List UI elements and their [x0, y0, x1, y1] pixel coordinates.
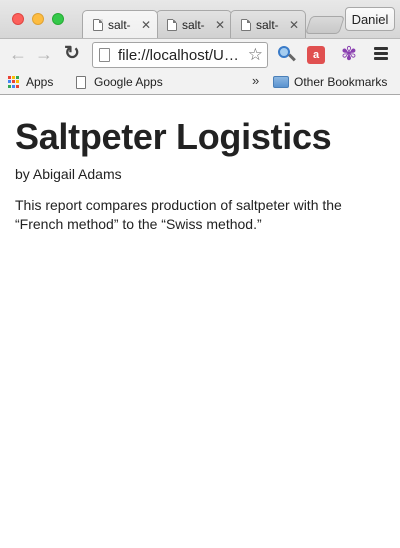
apps-grid-dot [12, 80, 15, 84]
bookmark-google-apps[interactable]: Google Apps [76, 73, 163, 91]
byline: by Abigail Adams [15, 166, 122, 182]
page-content: Saltpeter Logistics by Abigail Adams Thi… [0, 96, 400, 548]
tab-2[interactable]: salt- ✕ [156, 10, 232, 38]
apps-grid-dot [16, 76, 19, 79]
profile-button[interactable]: Daniel [345, 7, 395, 31]
address-bar[interactable]: file://localhost/U… ☆ [92, 42, 268, 68]
page-icon [99, 48, 110, 62]
tab-title: salt- [108, 17, 131, 32]
window-minimize-button[interactable] [32, 13, 44, 25]
document-icon [76, 75, 86, 89]
apps-grid-dot [8, 84, 11, 88]
apps-grid-dot [12, 84, 15, 88]
chat-extension-icon[interactable]: a [307, 46, 325, 64]
reload-icon[interactable]: ↻ [62, 44, 82, 64]
tab-close-icon[interactable]: ✕ [141, 18, 151, 32]
url-text[interactable]: file://localhost/U… [118, 47, 248, 64]
document-icon [167, 18, 177, 31]
bookmark-apps[interactable]: Apps [8, 73, 53, 91]
body-paragraph: This report compares production of saltp… [15, 197, 342, 232]
tab-title: salt- [182, 17, 205, 32]
document-icon [93, 18, 103, 31]
folder-icon [273, 76, 289, 88]
document-icon [241, 18, 251, 31]
apps-grid-dot [8, 76, 11, 79]
apps-grid-icon [8, 76, 20, 88]
tab-close-icon[interactable]: ✕ [289, 18, 299, 32]
apps-grid-dot [8, 80, 11, 84]
page-title: Saltpeter Logistics [15, 116, 332, 157]
apps-grid-dot [12, 76, 15, 79]
bookmark-google-apps-label: Google Apps [94, 75, 163, 89]
window-close-button[interactable] [12, 13, 24, 25]
tab-3[interactable]: salt- ✕ [230, 10, 306, 38]
apps-grid-dot [16, 80, 19, 84]
tab-close-icon[interactable]: ✕ [215, 18, 225, 32]
magnifier-extension-icon[interactable] [278, 46, 296, 64]
bookmark-star-icon[interactable]: ☆ [248, 45, 263, 65]
tab-1[interactable]: salt- ✕ [82, 10, 158, 38]
bookmark-apps-label: Apps [26, 75, 54, 89]
bookmark-other-label: Other Bookmarks [294, 75, 388, 89]
new-tab-button[interactable] [305, 16, 345, 34]
bookmarks-bar: Apps Google Apps » Other Bookmarks [0, 70, 400, 94]
window-maximize-button[interactable] [52, 13, 64, 25]
back-arrow-icon[interactable]: ← [8, 44, 28, 64]
apps-grid-dot [16, 84, 19, 88]
browser-chrome: salt- ✕ salt- ✕ salt- ✕ Daniel ← → ↻ fil… [0, 0, 400, 95]
bookmark-other[interactable]: Other Bookmarks [273, 73, 387, 91]
toolbar: ← → ↻ file://localhost/U… ☆ a ✾ [0, 38, 400, 70]
forward-arrow-icon[interactable]: → [34, 44, 54, 64]
hamburger-menu-icon[interactable] [374, 47, 388, 61]
title-bar: salt- ✕ salt- ✕ salt- ✕ Daniel [0, 0, 400, 38]
tab-title: salt- [256, 17, 279, 32]
bookmarks-overflow-chevron[interactable]: » [252, 73, 259, 88]
pinwheel-extension-icon[interactable]: ✾ [340, 45, 358, 64]
